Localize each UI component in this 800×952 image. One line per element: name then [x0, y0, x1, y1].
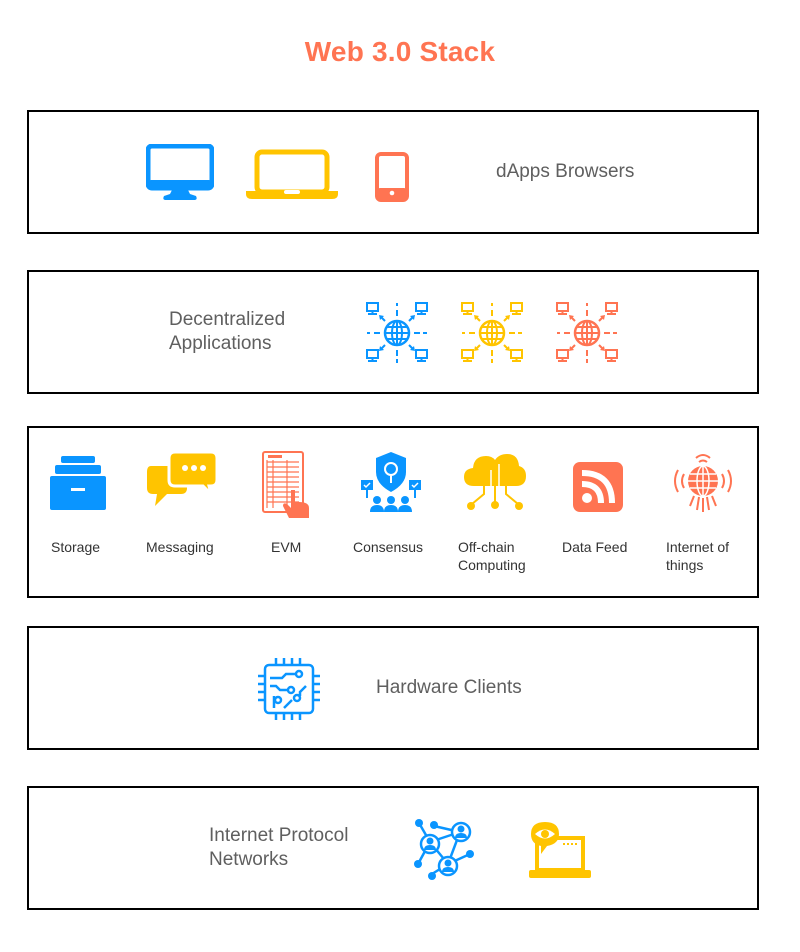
laptop-icon	[246, 149, 338, 201]
layer-label-line-1: Decentralized	[169, 309, 286, 330]
layer-label: Internet Protocol Networks	[209, 824, 348, 872]
service-off-chain-computing: Off-chain Computing	[445, 450, 545, 573]
layer-decentralized-applications: Decentralized Applications	[27, 270, 759, 394]
service-evm: EVM	[237, 450, 337, 555]
service-label: Messaging	[146, 539, 214, 555]
service-label: Storage	[51, 539, 101, 555]
layer-label: Hardware Clients	[376, 677, 522, 698]
chat-bubbles-icon	[147, 450, 219, 508]
service-label: Data Feed	[562, 539, 628, 555]
cpu-chip-icon	[256, 656, 322, 722]
layer-label-line-2: Networks	[209, 849, 289, 870]
rss-feed-icon	[573, 462, 625, 512]
layer-label: Decentralized Applications	[169, 308, 285, 356]
service-label: Consensus	[353, 539, 424, 555]
service-label-line-1: Off-chain	[458, 539, 515, 555]
decentralized-network-globe-icon	[556, 302, 618, 364]
service-label-line-1: Internet of	[666, 539, 730, 555]
layer-dapps-browsers: dApps Browsers	[27, 110, 759, 234]
layer-label-line-1: Internet Protocol	[209, 825, 349, 846]
layer-services: Storage Messaging EVM Consensus Off-chai…	[27, 426, 759, 598]
diagram-title: Web 3.0 Stack	[304, 36, 496, 67]
service-label: Off-chain Computing	[458, 538, 526, 574]
service-label: EVM	[271, 539, 302, 555]
iot-globe-icon	[672, 450, 734, 514]
ballot-machine-icon	[261, 450, 313, 518]
service-storage: Storage	[29, 450, 129, 555]
layer-hardware-clients: Hardware Clients	[27, 626, 759, 750]
service-label-line-2: Computing	[458, 557, 526, 573]
consensus-shield-people-icon	[360, 450, 422, 514]
service-internet-of-things: Internet of things	[653, 450, 753, 573]
mobile-phone-icon	[375, 152, 409, 202]
service-label: Internet of things	[666, 538, 729, 574]
service-messaging: Messaging	[133, 450, 233, 555]
decentralized-network-globe-icon	[461, 302, 523, 364]
layer-label-line-2: Applications	[169, 333, 272, 354]
decentralized-network-globe-icon	[366, 302, 428, 364]
people-network-icon	[412, 818, 476, 882]
desktop-monitor-icon	[146, 144, 214, 202]
layer-label: dApps Browsers	[496, 161, 635, 182]
layer-internet-protocol-networks: Internet Protocol Networks	[27, 786, 759, 910]
storage-drawer-icon	[49, 450, 109, 512]
laptop-eye-monitoring-icon	[529, 820, 591, 880]
cloud-computing-icon	[462, 450, 528, 514]
service-consensus: Consensus	[341, 450, 441, 555]
service-label-line-2: things	[666, 557, 704, 573]
service-data-feed: Data Feed	[549, 450, 649, 555]
